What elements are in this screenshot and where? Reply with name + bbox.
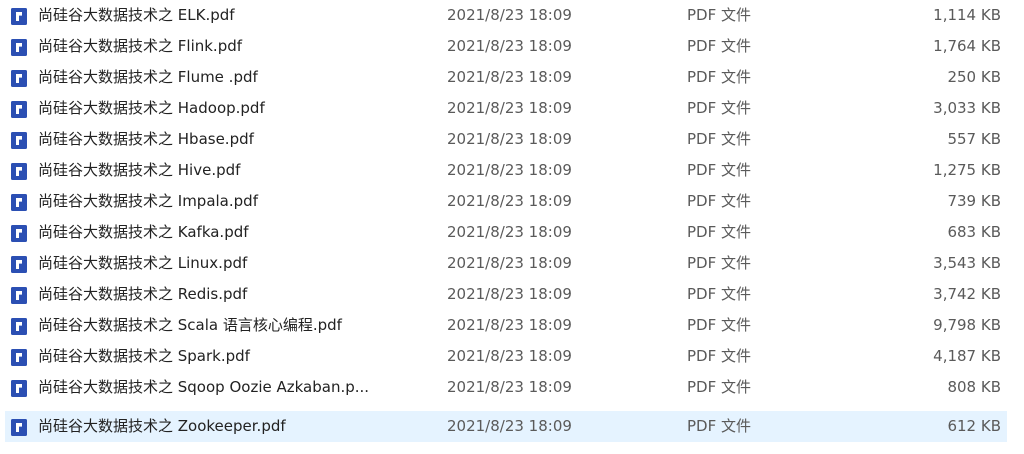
file-name[interactable]: 尚硅谷大数据技术之 Flume .pdf [38, 62, 258, 93]
file-type: PDF 文件 [687, 99, 751, 117]
file-size: 3,742 KB [933, 285, 1001, 303]
file-size: 3,543 KB [933, 254, 1001, 272]
file-modified-date: 2021/8/23 18:09 [447, 192, 572, 210]
pdf-file-icon [11, 101, 27, 118]
file-row[interactable]: 尚硅谷大数据技术之 Hbase.pdf 2021/8/23 18:09 PDF … [0, 124, 1024, 155]
file-name[interactable]: 尚硅谷大数据技术之 Scala 语言核心编程.pdf [38, 310, 342, 341]
file-row[interactable]: 尚硅谷大数据技术之 Hadoop.pdf 2021/8/23 18:09 PDF… [0, 93, 1024, 124]
file-size: 250 KB [947, 68, 1001, 86]
pdf-file-icon [11, 349, 27, 366]
file-type: PDF 文件 [687, 316, 751, 334]
file-modified-date: 2021/8/23 18:09 [447, 285, 572, 303]
pdf-file-icon [11, 132, 27, 149]
file-type: PDF 文件 [687, 347, 751, 365]
file-size: 4,187 KB [933, 347, 1001, 365]
file-modified-date: 2021/8/23 18:09 [447, 161, 572, 179]
file-modified-date: 2021/8/23 18:09 [447, 316, 572, 334]
file-type: PDF 文件 [687, 161, 751, 179]
file-name[interactable]: 尚硅谷大数据技术之 Spark.pdf [38, 341, 250, 372]
file-row-selected[interactable]: 尚硅谷大数据技术之 Zookeeper.pdf 2021/8/23 18:09 … [0, 411, 1024, 442]
pdf-file-icon [11, 194, 27, 211]
file-type: PDF 文件 [687, 68, 751, 86]
file-row[interactable]: 尚硅谷大数据技术之 ELK.pdf 2021/8/23 18:09 PDF 文件… [0, 0, 1024, 31]
file-size: 1,114 KB [933, 6, 1001, 24]
file-size: 808 KB [947, 378, 1001, 396]
file-name[interactable]: 尚硅谷大数据技术之 ELK.pdf [38, 0, 235, 31]
pdf-file-icon [11, 70, 27, 87]
file-name[interactable]: 尚硅谷大数据技术之 Hbase.pdf [38, 124, 254, 155]
file-modified-date: 2021/8/23 18:09 [447, 223, 572, 241]
file-list: 尚硅谷大数据技术之 ELK.pdf 2021/8/23 18:09 PDF 文件… [0, 0, 1024, 454]
file-row[interactable]: 尚硅谷大数据技术之 Flink.pdf 2021/8/23 18:09 PDF … [0, 31, 1024, 62]
file-size: 683 KB [947, 223, 1001, 241]
file-modified-date: 2021/8/23 18:09 [447, 6, 572, 24]
file-row[interactable]: 尚硅谷大数据技术之 Linux.pdf 2021/8/23 18:09 PDF … [0, 248, 1024, 279]
file-modified-date: 2021/8/23 18:09 [447, 378, 572, 396]
file-name[interactable]: 尚硅谷大数据技术之 Sqoop Oozie Azkaban.p... [38, 372, 369, 403]
file-type: PDF 文件 [687, 417, 751, 435]
file-modified-date: 2021/8/23 18:09 [447, 347, 572, 365]
file-name[interactable]: 尚硅谷大数据技术之 Kafka.pdf [38, 217, 249, 248]
file-row[interactable]: 尚硅谷大数据技术之 Redis.pdf 2021/8/23 18:09 PDF … [0, 279, 1024, 310]
file-modified-date: 2021/8/23 18:09 [447, 254, 572, 272]
file-name[interactable]: 尚硅谷大数据技术之 Zookeeper.pdf [38, 411, 286, 442]
file-size: 1,764 KB [933, 37, 1001, 55]
file-size: 3,033 KB [933, 99, 1001, 117]
file-size: 557 KB [947, 130, 1001, 148]
pdf-file-icon [11, 318, 27, 335]
file-type: PDF 文件 [687, 37, 751, 55]
file-name[interactable]: 尚硅谷大数据技术之 Hadoop.pdf [38, 93, 265, 124]
file-name[interactable]: 尚硅谷大数据技术之 Hive.pdf [38, 155, 240, 186]
file-name[interactable]: 尚硅谷大数据技术之 Redis.pdf [38, 279, 247, 310]
file-modified-date: 2021/8/23 18:09 [447, 99, 572, 117]
pdf-file-icon [11, 8, 27, 25]
pdf-file-icon [11, 225, 27, 242]
file-size: 739 KB [947, 192, 1001, 210]
file-type: PDF 文件 [687, 285, 751, 303]
file-modified-date: 2021/8/23 18:09 [447, 130, 572, 148]
pdf-file-icon [11, 419, 27, 436]
file-size: 1,275 KB [933, 161, 1001, 179]
pdf-file-icon [11, 380, 27, 397]
file-type: PDF 文件 [687, 223, 751, 241]
file-name[interactable]: 尚硅谷大数据技术之 Flink.pdf [38, 31, 242, 62]
file-row[interactable]: 尚硅谷大数据技术之 Hive.pdf 2021/8/23 18:09 PDF 文… [0, 155, 1024, 186]
file-row[interactable]: 尚硅谷大数据技术之 Spark.pdf 2021/8/23 18:09 PDF … [0, 341, 1024, 372]
file-row[interactable]: 尚硅谷大数据技术之 Impala.pdf 2021/8/23 18:09 PDF… [0, 186, 1024, 217]
file-name[interactable]: 尚硅谷大数据技术之 Linux.pdf [38, 248, 247, 279]
pdf-file-icon [11, 39, 27, 56]
file-name[interactable]: 尚硅谷大数据技术之 Impala.pdf [38, 186, 258, 217]
file-row[interactable]: 尚硅谷大数据技术之 Scala 语言核心编程.pdf 2021/8/23 18:… [0, 310, 1024, 341]
file-size: 612 KB [947, 417, 1001, 435]
pdf-file-icon [11, 287, 27, 304]
file-row[interactable]: 尚硅谷大数据技术之 Kafka.pdf 2021/8/23 18:09 PDF … [0, 217, 1024, 248]
file-type: PDF 文件 [687, 130, 751, 148]
pdf-file-icon [11, 163, 27, 180]
file-type: PDF 文件 [687, 6, 751, 24]
file-size: 9,798 KB [933, 316, 1001, 334]
pdf-file-icon [11, 256, 27, 273]
file-modified-date: 2021/8/23 18:09 [447, 417, 572, 435]
file-type: PDF 文件 [687, 254, 751, 272]
file-modified-date: 2021/8/23 18:09 [447, 68, 572, 86]
file-type: PDF 文件 [687, 192, 751, 210]
file-modified-date: 2021/8/23 18:09 [447, 37, 572, 55]
file-row[interactable]: 尚硅谷大数据技术之 Flume .pdf 2021/8/23 18:09 PDF… [0, 62, 1024, 93]
file-type: PDF 文件 [687, 378, 751, 396]
file-row[interactable]: 尚硅谷大数据技术之 Sqoop Oozie Azkaban.p... 2021/… [0, 372, 1024, 403]
